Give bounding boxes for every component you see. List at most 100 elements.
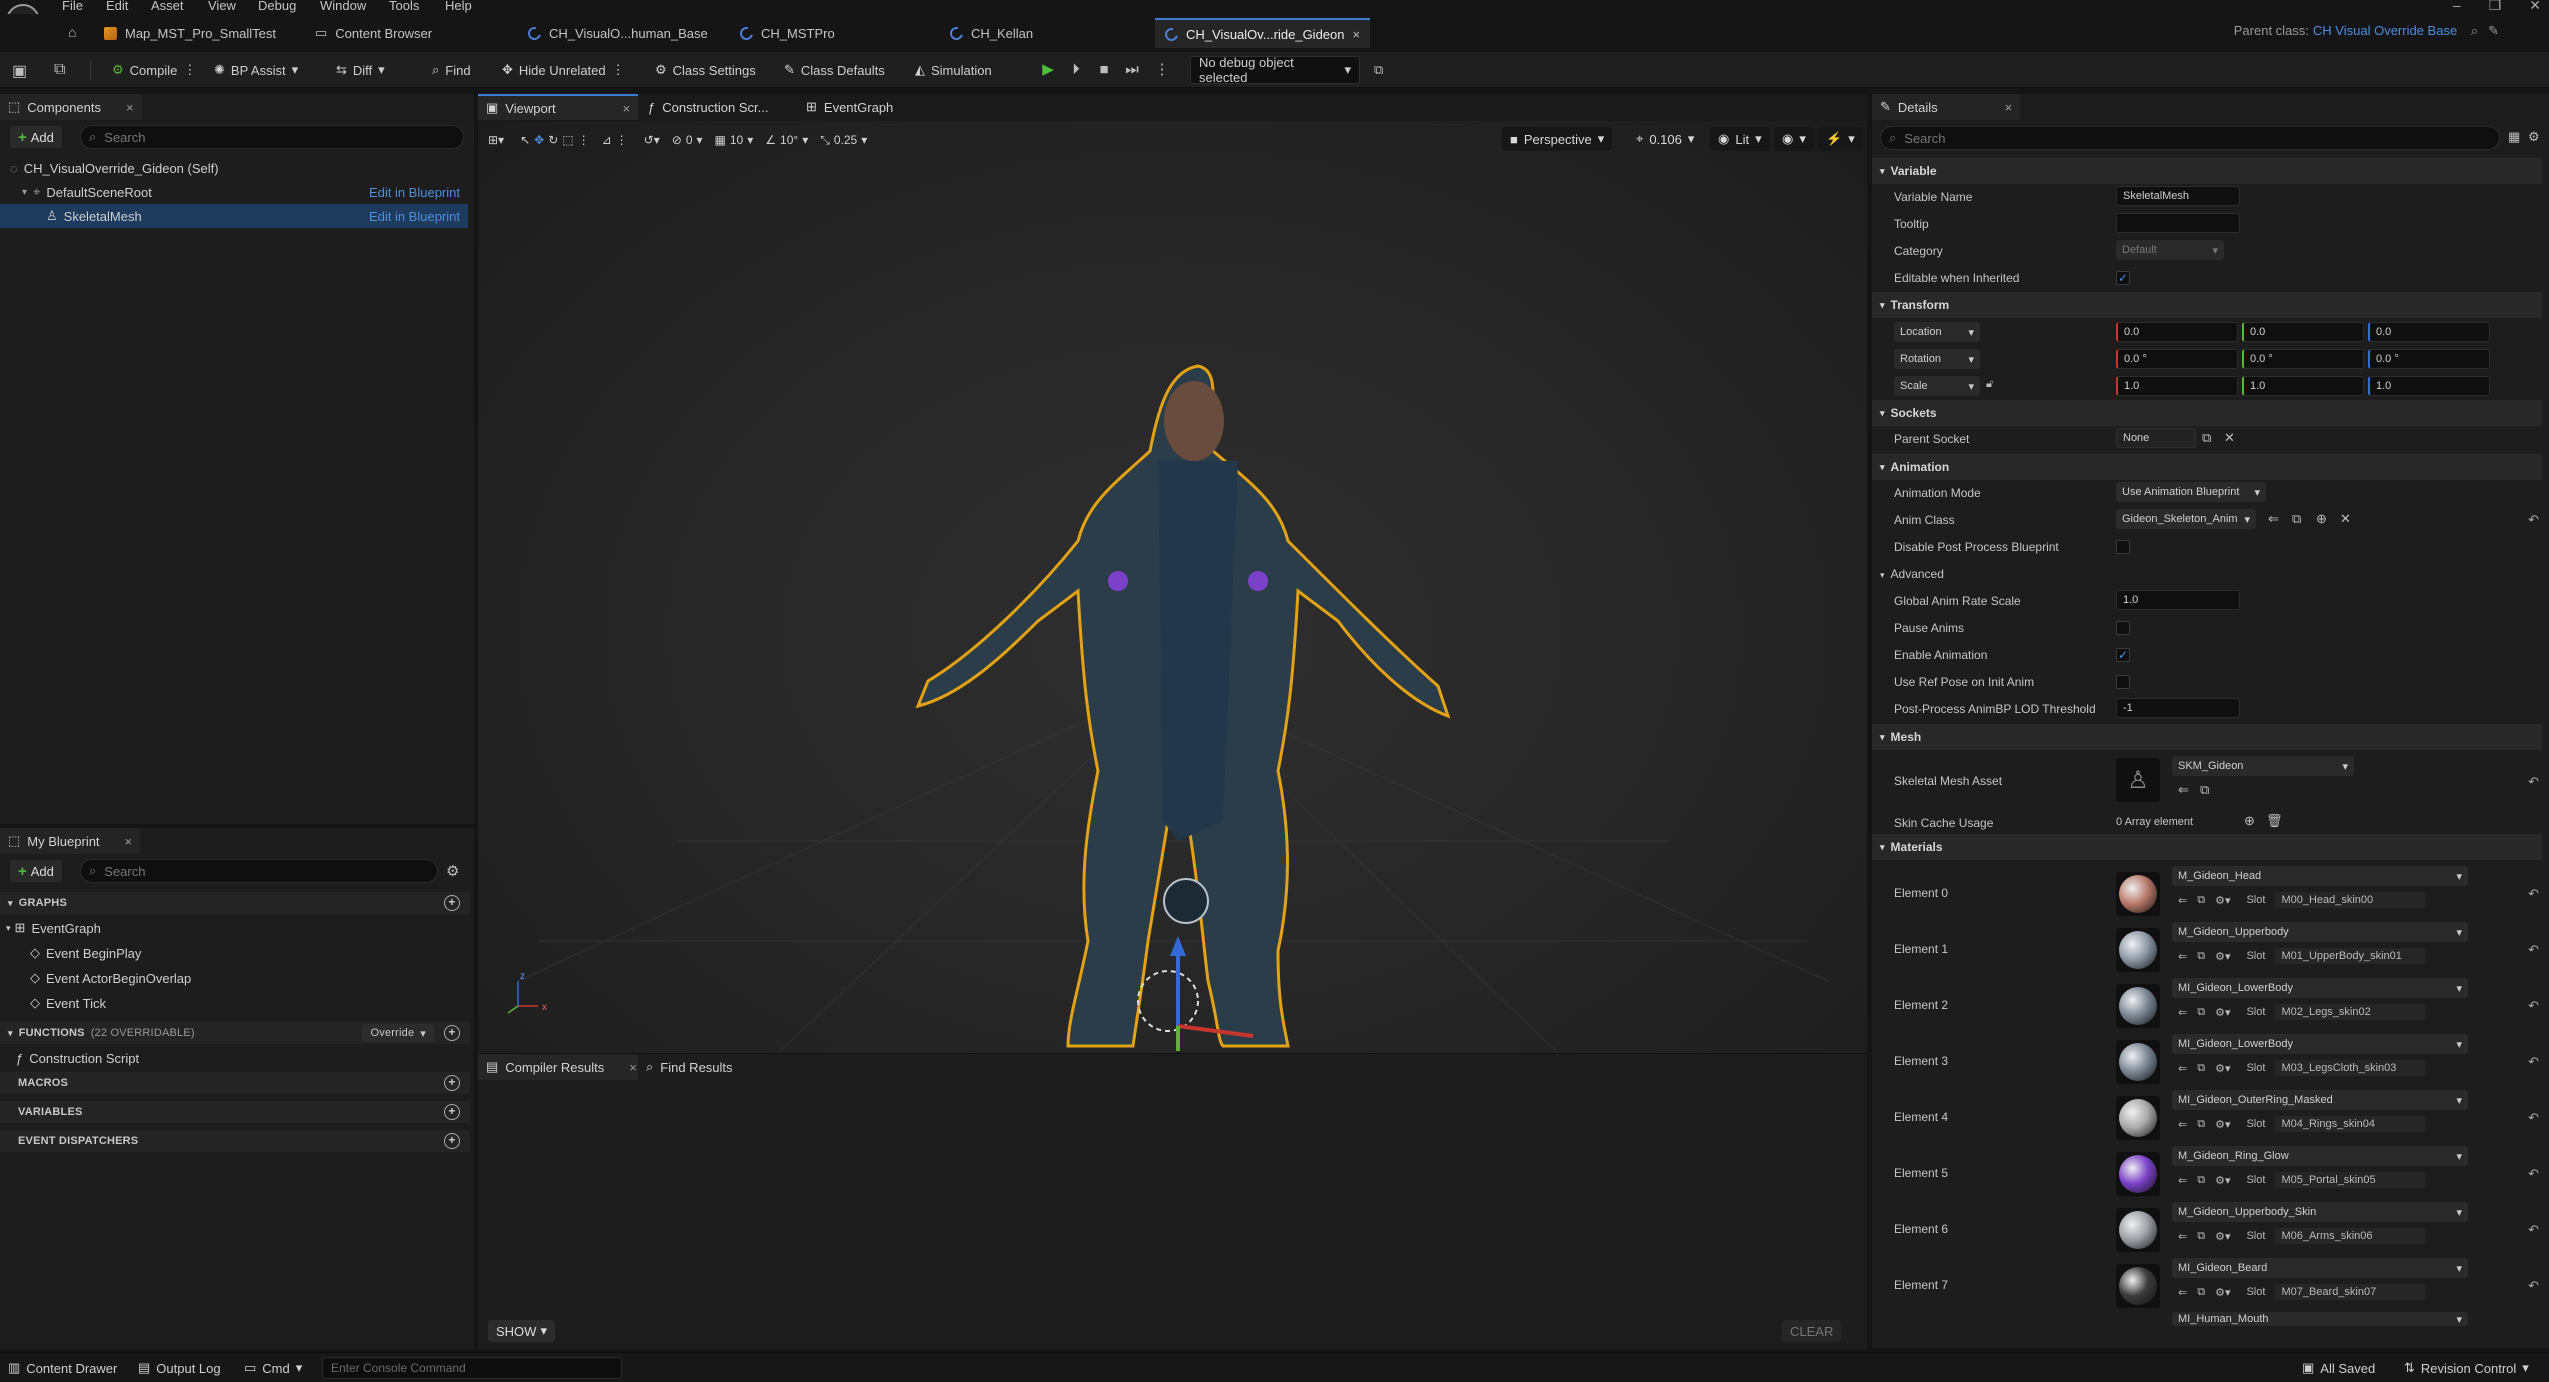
construction-script-item[interactable]: ƒ Construction Script xyxy=(0,1046,468,1070)
collapse-icon[interactable]: ▾ xyxy=(1880,408,1885,419)
angle-snap-icon[interactable]: ∠ xyxy=(765,133,776,147)
tab-ch-kellan[interactable]: CH_Kellan xyxy=(940,18,1043,48)
use-selected-icon[interactable]: ⇐ xyxy=(2178,1230,2187,1243)
use-selected-icon[interactable]: ⇐ xyxy=(2178,894,2187,907)
add-function-icon[interactable]: + xyxy=(444,1025,460,1041)
surface-snap-icon[interactable]: ↺▾ xyxy=(644,133,660,147)
components-search[interactable]: ⌕ Search xyxy=(80,125,464,149)
component-skeletal-mesh[interactable]: ♙ SkeletalMesh Edit in Blueprint xyxy=(0,204,468,228)
reset-to-default-icon[interactable]: ↶ xyxy=(2528,942,2539,958)
view-options-icon[interactable]: ▦ xyxy=(2508,129,2520,145)
collapse-icon[interactable]: ▾ xyxy=(1880,462,1885,473)
home-icon[interactable]: ⌂ xyxy=(68,24,76,40)
browse-icon[interactable]: ⧉ xyxy=(2197,950,2205,963)
find-button[interactable]: ⌕ Find xyxy=(432,58,471,82)
menu-help[interactable]: Help xyxy=(445,0,472,13)
scale-dropdown[interactable]: Scale ▾ xyxy=(1894,376,1980,396)
tab-ch-mstpro[interactable]: CH_MSTPro xyxy=(730,18,845,48)
collapse-icon[interactable]: ▾ xyxy=(1880,300,1885,311)
reset-to-default-icon[interactable]: ↶ xyxy=(2528,998,2539,1014)
slot-name[interactable]: M00_Head_skin00 xyxy=(2275,892,2426,908)
material-dropdown[interactable]: MI_Gideon_LowerBody ▾ xyxy=(2172,1034,2468,1054)
reset-to-default-icon[interactable]: ↶ xyxy=(2528,1166,2539,1182)
use-selected-icon[interactable]: ⇐ xyxy=(2178,950,2187,963)
collapse-icon[interactable]: ▾ xyxy=(1880,166,1885,177)
tab-find-results[interactable]: ⌕ Find Results xyxy=(638,1054,741,1080)
close-icon[interactable]: × xyxy=(623,101,631,116)
options-icon[interactable]: ⚙▾ xyxy=(2215,894,2230,907)
more-icon[interactable]: ⋮ xyxy=(612,62,625,78)
reset-to-default-icon[interactable]: ↶ xyxy=(2528,886,2539,902)
class-defaults-button[interactable]: ✎ Class Defaults xyxy=(784,58,885,82)
browse-icon[interactable]: ⧉ xyxy=(2292,511,2301,527)
menu-asset[interactable]: Asset xyxy=(151,0,184,13)
options-icon[interactable]: ⚙▾ xyxy=(2215,1118,2230,1131)
material-dropdown[interactable]: MI_Gideon_OuterRing_Masked ▾ xyxy=(2172,1090,2468,1110)
slot-name[interactable]: M01_UpperBody_skin01 xyxy=(2275,948,2426,964)
save-icon[interactable]: ▣ xyxy=(12,61,27,81)
edit-in-blueprint-link[interactable]: Edit in Blueprint xyxy=(369,185,460,200)
sockets-category[interactable]: ▾ Sockets xyxy=(1872,400,2542,426)
clear-button[interactable]: CLEAR xyxy=(1782,1320,1842,1342)
global-anim-rate-field[interactable]: 1.0 xyxy=(2116,590,2240,610)
reset-to-default-icon[interactable]: ↶ xyxy=(2528,512,2539,528)
close-icon[interactable]: × xyxy=(125,834,133,849)
editable-when-inherited-checkbox[interactable]: ✓ xyxy=(2116,271,2130,285)
location-z-field[interactable]: 0.0 xyxy=(2368,322,2490,342)
more-icon[interactable]: ⋮ xyxy=(616,133,628,147)
browse-icon[interactable]: ⧉ xyxy=(2197,1118,2205,1131)
rotate-snap-icon[interactable]: ⊘ xyxy=(672,133,682,147)
viewport[interactable]: z x ⊞▾ ↖ ✥ ↻ ⬚ ⋮ ⊿ ⋮ ↺▾ ⊘ 0 ▾ ▦ 10 ▾ ∠ 10° ▾ ⤡… xyxy=(478,121,1867,1053)
use-selected-icon[interactable]: ⇐ xyxy=(2178,1118,2187,1131)
use-selected-icon[interactable]: ⇐ xyxy=(2178,782,2189,798)
rotation-y-field[interactable]: 0.0 ° xyxy=(2242,349,2364,369)
location-y-field[interactable]: 0.0 xyxy=(2242,322,2364,342)
event-graph-item[interactable]: ▾ ⊞ EventGraph xyxy=(0,916,468,940)
bp-assist-button[interactable]: ✺ BP Assist ▾ xyxy=(214,58,298,82)
edit-icon[interactable]: ✎ xyxy=(2488,23,2499,38)
tab-map[interactable]: Map_MST_Pro_SmallTest xyxy=(94,18,286,48)
class-settings-button[interactable]: ⚙ Class Settings xyxy=(655,58,756,82)
reset-to-default-icon[interactable]: ↶ xyxy=(2528,1222,2539,1238)
rotation-z-field[interactable]: 0.0 ° xyxy=(2368,349,2490,369)
play-icon[interactable]: ▶ xyxy=(1038,60,1058,80)
slot-name[interactable]: M07_Beard_skin07 xyxy=(2275,1284,2426,1300)
slot-name[interactable]: M02_Legs_skin02 xyxy=(2275,1004,2426,1020)
slot-name[interactable]: M03_LegsCloth_skin03 xyxy=(2275,1060,2426,1076)
tab-compiler-results[interactable]: ▤ Compiler Results × xyxy=(478,1054,645,1080)
show-flags-dropdown[interactable]: ◉ ▾ xyxy=(1774,127,1814,151)
rotation-dropdown[interactable]: Rotation ▾ xyxy=(1894,349,1980,369)
browse-icon[interactable]: ⧉ xyxy=(2197,894,2205,907)
menu-view[interactable]: View xyxy=(208,0,236,13)
options-icon[interactable]: ⚙▾ xyxy=(2215,1006,2230,1019)
scale-snap-icon[interactable]: ⤡ xyxy=(820,133,830,148)
options-icon[interactable]: ⚙▾ xyxy=(2215,950,2230,963)
skeletal-mesh-dropdown[interactable]: SKM_Gideon ▾ xyxy=(2172,756,2354,776)
tab-ch-visual-override-gideon[interactable]: CH_VisualOv...ride_Gideon × xyxy=(1155,18,1371,48)
material-dropdown[interactable]: M_Gideon_Head ▾ xyxy=(2172,866,2468,886)
use-selected-icon[interactable]: ⇐ xyxy=(2268,511,2279,527)
maximize-icon[interactable]: ❐ xyxy=(2489,0,2502,13)
event-item[interactable]: ◇ Event Tick xyxy=(0,991,468,1015)
details-search[interactable]: ⌕ Search xyxy=(1880,126,2500,150)
menu-debug[interactable]: Debug xyxy=(258,0,296,13)
revision-control-button[interactable]: ⇅ Revision Control ▾ xyxy=(2404,1360,2529,1376)
location-dropdown[interactable]: Location ▾ xyxy=(1894,322,1980,342)
enable-animation-checkbox[interactable]: ✓ xyxy=(2116,648,2130,662)
mesh-category[interactable]: ▾ Mesh xyxy=(1872,724,2542,750)
event-item[interactable]: ◇ Event ActorBeginOverlap xyxy=(0,966,468,990)
menu-icon[interactable]: ⊞▾ xyxy=(488,133,504,147)
slot-name[interactable]: M04_Rings_skin04 xyxy=(2275,1116,2426,1132)
console-input[interactable]: Enter Console Command xyxy=(322,1357,622,1379)
disable-post-process-checkbox[interactable] xyxy=(2116,540,2130,554)
materials-category[interactable]: ▾ Materials xyxy=(1872,834,2542,860)
browse-icon[interactable]: ⧉ xyxy=(54,61,65,79)
transform-category[interactable]: ▾ Transform xyxy=(1872,292,2542,318)
animation-category[interactable]: ▾ Animation xyxy=(1872,454,2542,480)
ref-pose-checkbox[interactable] xyxy=(2116,675,2130,689)
output-log-button[interactable]: ▤ Output Log xyxy=(138,1360,221,1376)
clear-icon[interactable]: ✕ xyxy=(2224,430,2235,446)
material-dropdown[interactable]: MI_Gideon_Beard ▾ xyxy=(2172,1258,2468,1278)
collapse-icon[interactable]: ▾ xyxy=(1880,842,1885,853)
content-drawer-button[interactable]: ▥ Content Drawer xyxy=(8,1360,117,1376)
